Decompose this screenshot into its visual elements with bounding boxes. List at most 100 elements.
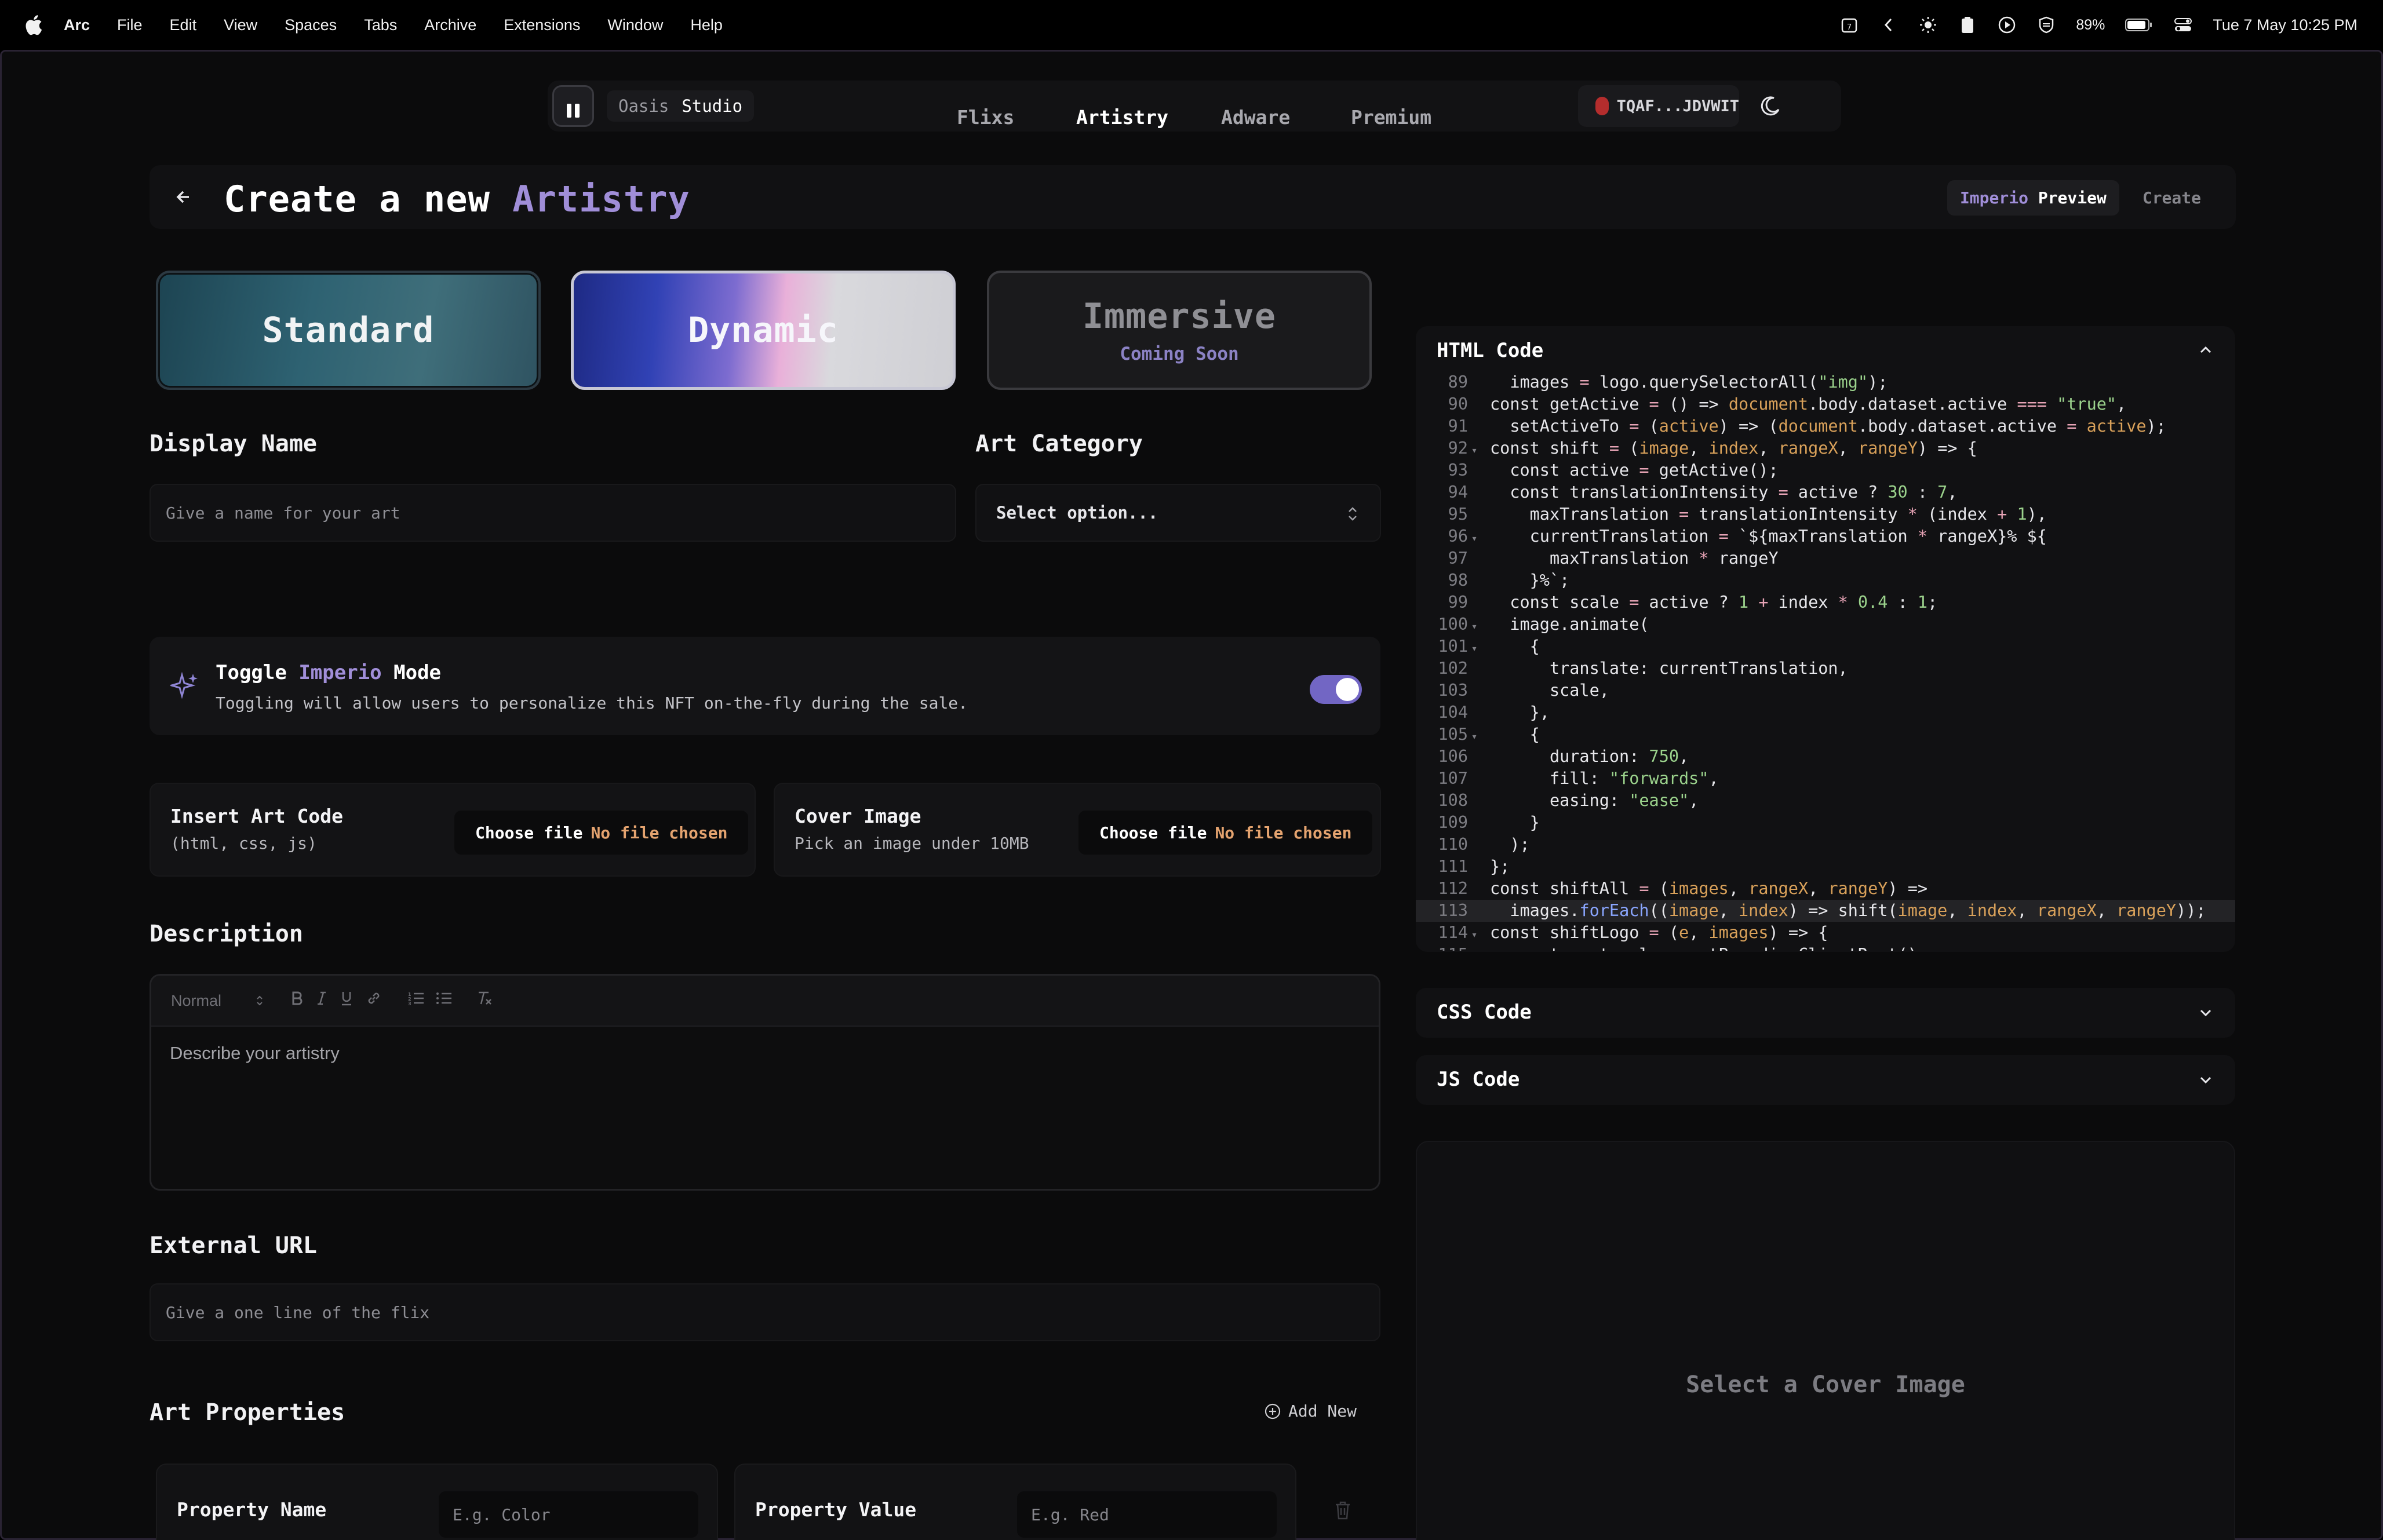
italic-icon[interactable] (316, 991, 327, 1010)
underline-icon[interactable] (340, 990, 353, 1011)
brand-switch[interactable]: Oasis Studio (607, 90, 755, 122)
art-category-select[interactable]: Select option... (975, 484, 1381, 542)
shield-icon[interactable] (2036, 15, 2056, 35)
nav-flixs[interactable]: Flixs (957, 106, 1014, 129)
chevron-left-icon[interactable] (1879, 15, 1899, 35)
code-line[interactable]: 105 ▾ { (1416, 724, 2235, 746)
logo-icon[interactable] (552, 85, 594, 127)
imperio-mode-toggle[interactable] (1310, 675, 1362, 704)
code-line[interactable]: 94 const translationIntensity = active ?… (1416, 481, 2235, 503)
trash-icon[interactable] (1333, 1500, 1352, 1521)
art-code-upload: Insert Art Code (html, css, js) Choose f… (150, 783, 756, 877)
calendar-icon[interactable]: 7 (1839, 15, 1859, 35)
property-value-input[interactable]: E.g. Red (1017, 1491, 1277, 1538)
fold-toggle-icon[interactable]: ▾ (1468, 528, 1481, 550)
cover-image-file-button[interactable]: Choose file No file chosen (1078, 811, 1373, 855)
clock[interactable]: Tue 7 May 10:25 PM (2213, 16, 2358, 34)
display-name-label: Display Name (150, 430, 317, 457)
fold-toggle-icon[interactable]: ▾ (1468, 638, 1481, 660)
menu-file[interactable]: File (117, 16, 143, 34)
moon-icon[interactable] (1759, 94, 1782, 118)
code-line[interactable]: 113 images.forEach((image, index) => shi… (1416, 900, 2235, 922)
description-input[interactable]: Describe your artistry (170, 1043, 340, 1064)
menu-view[interactable]: View (224, 16, 257, 34)
format-select[interactable]: Normal (171, 992, 273, 1010)
clear-format-icon[interactable] (476, 990, 493, 1011)
code-line[interactable]: 108 easing: "ease", (1416, 790, 2235, 812)
apple-icon[interactable] (23, 13, 43, 37)
code-line[interactable]: 90 const getActive = () => document.body.… (1416, 393, 2235, 415)
control-center-icon[interactable] (2173, 15, 2193, 35)
imperio-title-accent: Imperio (298, 661, 382, 684)
tab-create[interactable]: Create (2130, 180, 2214, 216)
art-code-file-button[interactable]: Choose file No file chosen (454, 811, 749, 855)
menu-spaces[interactable]: Spaces (285, 16, 337, 34)
code-text: maxTranslation * rangeY (1490, 549, 1779, 568)
code-line[interactable]: 92 ▾ const shift = (image, index, rangeX, … (1416, 437, 2235, 459)
code-line[interactable]: 93 const active = getActive(); (1416, 459, 2235, 481)
add-new-button[interactable]: Add New (1264, 1402, 1357, 1421)
back-arrow-icon[interactable] (172, 185, 196, 209)
menu-window[interactable]: Window (607, 16, 663, 34)
tab-preview[interactable]: Imperio Preview (1947, 180, 2119, 216)
code-line[interactable]: 99 const scale = active ? 1 + index * 0.… (1416, 592, 2235, 614)
code-line[interactable]: 109 } (1416, 812, 2235, 834)
code-line[interactable]: 91 setActiveTo = (active) => (document.b… (1416, 415, 2235, 437)
bold-icon[interactable] (290, 991, 303, 1010)
html-code-editor[interactable]: 89 images = logo.querySelectorAll("img")… (1416, 371, 2235, 951)
chevron-up-icon[interactable] (2198, 345, 2213, 355)
cover-preview-text: Select a Cover Image (1686, 1371, 1965, 1398)
line-number: 97 (1448, 549, 1468, 568)
bullet-list-icon[interactable] (435, 991, 453, 1010)
brand-studio[interactable]: Studio (682, 96, 742, 116)
clipboard-icon[interactable] (1958, 15, 1977, 35)
code-line[interactable]: 115 const rect = logo.getBoundingClientR… (1416, 944, 2235, 951)
battery-icon[interactable] (2125, 15, 2154, 35)
code-line[interactable]: 102 translate: currentTranslation, (1416, 658, 2235, 680)
code-line[interactable]: 114 ▾ const shiftLogo = (e, images) => { (1416, 922, 2235, 944)
line-number: 101 (1438, 637, 1468, 656)
type-card-dynamic[interactable]: Dynamic (571, 271, 956, 390)
code-line[interactable]: 101 ▾ { (1416, 636, 2235, 658)
nav-premium[interactable]: Premium (1351, 106, 1431, 129)
code-line[interactable]: 96 ▾ currentTranslation = `${maxTranslati… (1416, 526, 2235, 548)
code-line[interactable]: 107 fill: "forwards", (1416, 768, 2235, 790)
menu-extensions[interactable]: Extensions (504, 16, 580, 34)
property-value-box: Property Value E.g. Red (734, 1464, 1296, 1540)
nav-artistry[interactable]: Artistry (1076, 106, 1168, 129)
type-card-standard[interactable]: Standard (156, 271, 541, 390)
code-line[interactable]: 98 }%`; (1416, 570, 2235, 592)
code-line[interactable]: 106 duration: 750, (1416, 746, 2235, 768)
property-name-input[interactable]: E.g. Color (439, 1491, 698, 1538)
js-code-accordion[interactable]: JS Code (1416, 1055, 2235, 1105)
menu-help[interactable]: Help (690, 16, 723, 34)
play-icon[interactable] (1997, 15, 2017, 35)
menu-edit[interactable]: Edit (170, 16, 197, 34)
fold-toggle-icon[interactable]: ▾ (1468, 616, 1481, 638)
display-name-input[interactable]: Give a name for your art (150, 484, 956, 542)
nav-adware[interactable]: Adware (1221, 106, 1290, 129)
code-line[interactable]: 104 }, (1416, 702, 2235, 724)
code-line[interactable]: 89 images = logo.querySelectorAll("img")… (1416, 371, 2235, 393)
wallet-button[interactable]: TQAF...JDVWIT (1578, 85, 1739, 127)
code-line[interactable]: 103 scale, (1416, 680, 2235, 702)
code-line[interactable]: 111}; (1416, 856, 2235, 878)
menu-tabs[interactable]: Tabs (364, 16, 397, 34)
code-line[interactable]: 100 ▾ image.animate( (1416, 614, 2235, 636)
link-icon[interactable] (366, 990, 382, 1011)
brand-oasis[interactable]: Oasis (618, 96, 669, 116)
code-line[interactable]: 95 maxTranslation = translationIntensity… (1416, 503, 2235, 526)
code-line[interactable]: 110 ); (1416, 834, 2235, 856)
code-line[interactable]: 97 maxTranslation * rangeY (1416, 548, 2235, 570)
ordered-list-icon[interactable]: 123 (407, 991, 425, 1010)
fold-toggle-icon[interactable]: ▾ (1468, 924, 1481, 946)
editor-toolbar: Normal 123 (151, 976, 1379, 1027)
brightness-icon[interactable] (1918, 15, 1938, 35)
css-code-accordion[interactable]: CSS Code (1416, 988, 2235, 1038)
fold-toggle-icon[interactable]: ▾ (1468, 440, 1481, 462)
menu-archive[interactable]: Archive (424, 16, 476, 34)
external-url-input[interactable]: Give a one line of the flix (150, 1283, 1380, 1341)
menu-app-name[interactable]: Arc (64, 16, 90, 34)
fold-toggle-icon[interactable]: ▾ (1468, 726, 1481, 748)
code-line[interactable]: 112 const shiftAll = (images, rangeX, ran… (1416, 878, 2235, 900)
